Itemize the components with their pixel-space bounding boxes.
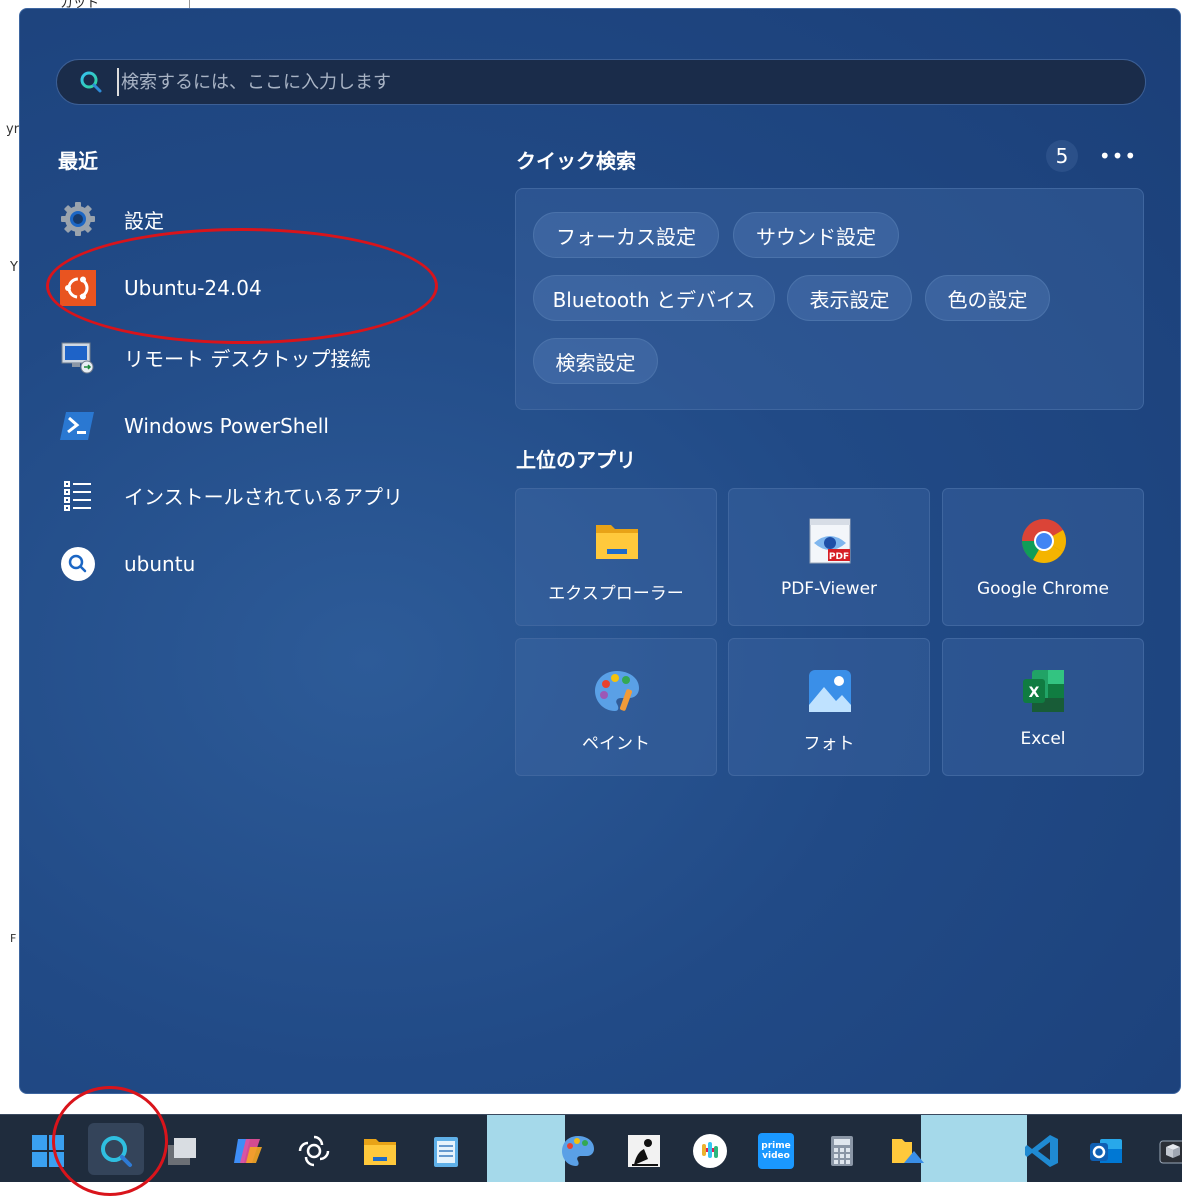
- chatgpt-icon[interactable]: [294, 1131, 334, 1171]
- kindle-icon[interactable]: [624, 1131, 664, 1171]
- photos-icon[interactable]: [888, 1131, 928, 1171]
- web-search-icon: [60, 546, 96, 582]
- excel-icon: X: [1023, 670, 1064, 712]
- app-label: エクスプローラー: [548, 584, 684, 604]
- notepad-icon[interactable]: [426, 1131, 466, 1171]
- prime-video-icon[interactable]: prime video: [756, 1131, 796, 1171]
- chip-bluetooth-devices[interactable]: Bluetooth とデバイス: [533, 275, 775, 321]
- background-text: Y: [10, 260, 18, 275]
- paint-icon[interactable]: [558, 1131, 598, 1171]
- pdf-viewer-icon: PDF: [809, 518, 851, 564]
- app-tile-pdf-viewer[interactable]: PDF PDF-Viewer: [728, 488, 930, 626]
- app-label: ペイント: [582, 734, 650, 754]
- recent-item-label: インストールされているアプリ: [124, 484, 403, 509]
- app-label: Google Chrome: [976, 579, 1110, 599]
- taskbar-blank-slot: [921, 1115, 1027, 1182]
- app-tile-paint[interactable]: ペイント: [515, 638, 717, 776]
- recent-item-settings[interactable]: 設定: [60, 193, 480, 245]
- top-apps-title: 上位のアプリ: [516, 448, 636, 472]
- photos-icon: [809, 670, 851, 712]
- recent-item-remote-desktop[interactable]: リモート デスクトップ接続: [60, 331, 480, 383]
- background-text: F: [10, 932, 17, 945]
- app-label: フォト: [803, 734, 855, 754]
- app-tile-chrome[interactable]: Google Chrome: [942, 488, 1144, 626]
- file-explorer-icon: [596, 525, 638, 559]
- sandbox-icon[interactable]: [1150, 1131, 1182, 1171]
- app-tile-excel[interactable]: X Excel: [942, 638, 1144, 776]
- recent-item-label: Windows PowerShell: [124, 414, 329, 438]
- more-options-button[interactable]: •••: [1099, 140, 1136, 172]
- powershell-icon: [60, 408, 96, 444]
- chip-display-settings[interactable]: 表示設定: [787, 275, 912, 321]
- app-tile-photos[interactable]: フォト: [728, 638, 930, 776]
- recent-item-label: リモート デスクトップ接続: [124, 346, 371, 371]
- recent-item-label: Ubuntu-24.04: [124, 276, 262, 300]
- search-icon: [80, 71, 102, 93]
- recent-item-powershell[interactable]: Windows PowerShell: [60, 400, 480, 452]
- taskbar-blank-slot: [487, 1115, 565, 1182]
- recent-title: 最近: [58, 149, 98, 173]
- prime-video-text: prime video: [758, 1133, 794, 1169]
- svg-text:PDF: PDF: [829, 552, 849, 562]
- quick-search-count-badge: 5: [1046, 140, 1078, 172]
- ubuntu-icon: [60, 270, 96, 306]
- file-explorer-icon[interactable]: [360, 1131, 400, 1171]
- remote-desktop-icon: [60, 339, 96, 375]
- recent-item-label: ubuntu: [124, 552, 196, 576]
- calculator-icon[interactable]: [822, 1131, 862, 1171]
- search-icon[interactable]: [96, 1131, 136, 1171]
- quick-search-title: クイック検索: [516, 149, 636, 173]
- search-panel: 最近 設定: [19, 8, 1181, 1094]
- chip-focus-settings[interactable]: フォーカス設定: [533, 212, 719, 258]
- app-tile-explorer[interactable]: エクスプローラー: [515, 488, 717, 626]
- background-text: yr: [6, 122, 20, 137]
- app-label: PDF-Viewer: [780, 579, 878, 599]
- recent-item-ubuntu-search[interactable]: ubuntu: [60, 538, 480, 590]
- background-divider: [189, 0, 190, 8]
- svg-text:X: X: [1029, 685, 1040, 701]
- recent-item-ubuntu[interactable]: Ubuntu-24.04: [60, 262, 480, 314]
- taskbar: prime video: [0, 1114, 1182, 1182]
- background-window-top: [20, 0, 190, 8]
- recent-item-label: 設定: [124, 208, 164, 233]
- chip-search-settings[interactable]: 検索設定: [533, 338, 658, 384]
- chip-sound-settings[interactable]: サウンド設定: [733, 212, 899, 258]
- search-bar[interactable]: [56, 59, 1146, 105]
- quick-search-box: フォーカス設定 サウンド設定 Bluetooth とデバイス 表示設定 色の設定…: [515, 188, 1144, 410]
- chip-color-settings[interactable]: 色の設定: [925, 275, 1050, 321]
- task-view-icon[interactable]: [162, 1131, 202, 1171]
- installed-apps-list-icon: [60, 477, 96, 513]
- slack-icon[interactable]: [690, 1131, 730, 1171]
- vscode-icon[interactable]: [1022, 1131, 1062, 1171]
- recent-item-installed-apps[interactable]: インストールされているアプリ: [60, 469, 480, 521]
- settings-gear-icon: [60, 201, 96, 237]
- copilot-icon[interactable]: [228, 1131, 268, 1171]
- outlook-icon[interactable]: [1086, 1131, 1126, 1171]
- windows-start-icon[interactable]: [28, 1131, 68, 1171]
- paint-icon: [595, 671, 639, 711]
- app-label: Excel: [1020, 729, 1066, 749]
- search-input[interactable]: [117, 68, 1145, 96]
- chrome-icon: [1022, 519, 1066, 563]
